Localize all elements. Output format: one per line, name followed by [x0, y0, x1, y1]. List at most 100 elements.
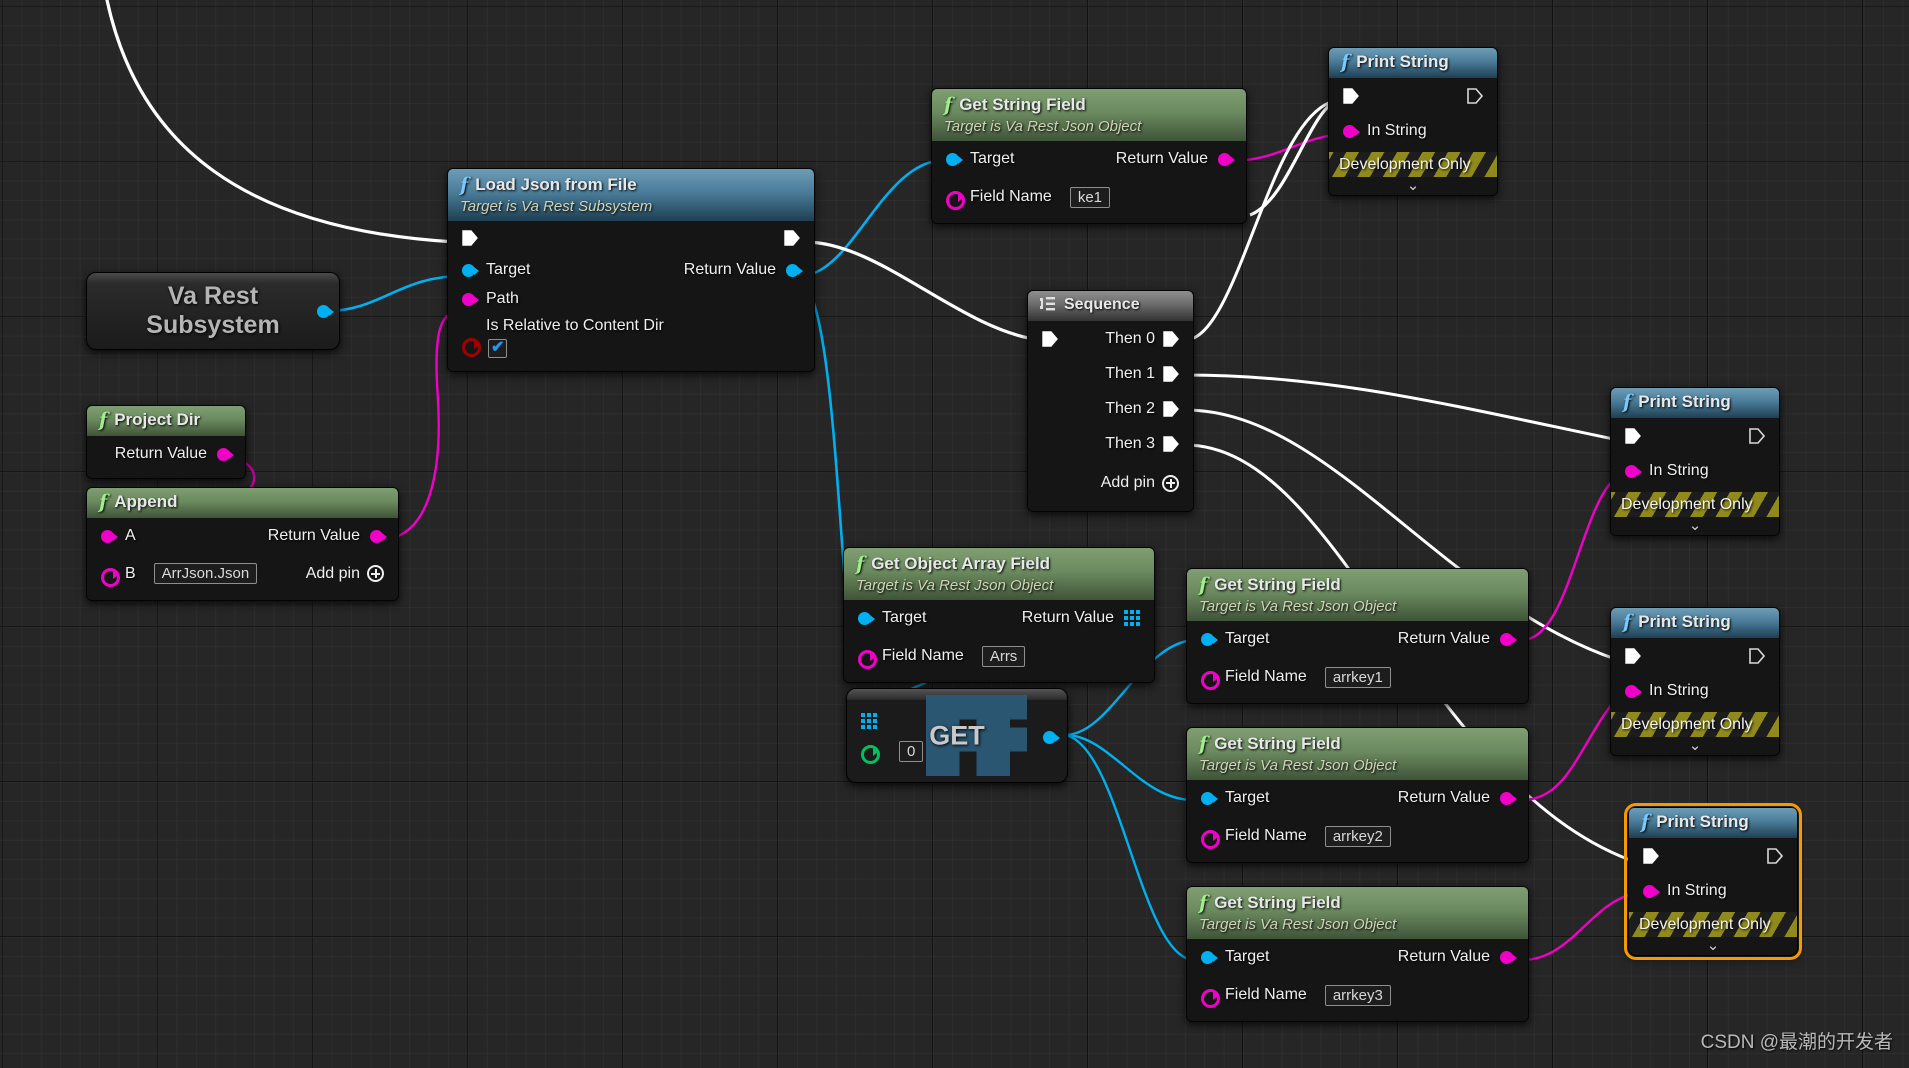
pin-return-value-out[interactable]	[1218, 152, 1235, 167]
pin-return-value-array-out[interactable]	[1124, 610, 1140, 627]
append-title: f Append	[99, 491, 178, 513]
print-string-2-title: f Print String	[1623, 391, 1731, 413]
pin-field-name-in[interactable]	[1201, 988, 1220, 1009]
pin-b-in[interactable]	[101, 567, 120, 587]
label-target: Target	[882, 609, 927, 627]
pin-return-value-out[interactable]	[217, 447, 234, 461]
label-return-value: Return Value	[1115, 150, 1208, 168]
print-string-3-title: f Print String	[1623, 611, 1731, 633]
function-f-icon: f	[1623, 391, 1632, 413]
node-print-string-2[interactable]: f Print String In String Development Only…	[1610, 387, 1780, 536]
get-string-field-top-subtitle: Target is Va Rest Json Object	[944, 117, 1142, 135]
pin-field-name-in[interactable]	[1201, 829, 1220, 850]
node-load-json-from-file[interactable]: f Load Json from File Target is Va Rest S…	[447, 168, 815, 373]
exec-out-then-1[interactable]	[1163, 365, 1179, 383]
pin-is-relative-in[interactable]	[462, 337, 481, 358]
plus-circle-icon	[367, 565, 384, 583]
label-b: B	[125, 564, 136, 582]
node-print-string-1[interactable]: f Print String In String Development Only…	[1328, 47, 1498, 196]
goaf-target-row: Target Return Value	[844, 600, 1154, 636]
pin-target-in[interactable]	[1201, 950, 1218, 965]
field-name-input[interactable]: arrkey2	[1324, 825, 1391, 847]
pin-target-in[interactable]	[1201, 632, 1218, 647]
exec-out-pin[interactable]	[784, 229, 800, 247]
get-string-field-1-subtitle: Target is Va Rest Json Object	[1199, 597, 1397, 615]
field-name-input[interactable]: arrkey1	[1324, 666, 1391, 688]
field-name-input[interactable]: ke1	[1069, 186, 1110, 208]
exec-in-pin[interactable]	[1625, 647, 1641, 665]
field-name-input[interactable]: Arrs	[981, 645, 1026, 667]
chevron-down-icon[interactable]: ⌄	[1611, 737, 1779, 755]
pin-item-out[interactable]	[1043, 730, 1060, 744]
exec-in-pin[interactable]	[1343, 87, 1359, 105]
pin-return-value-out[interactable]	[786, 263, 803, 277]
load-json-relative-row: Is Relative to Content Dir	[448, 313, 814, 365]
exec-out-then-2[interactable]	[1163, 400, 1179, 418]
exec-in-pin[interactable]	[1625, 427, 1641, 445]
node-array-get[interactable]: GET 0	[846, 688, 1068, 783]
exec-in-pin[interactable]	[1042, 330, 1058, 348]
pin-target-in[interactable]	[462, 263, 479, 277]
get-string-field-3-header: f Get String Field Target is Va Rest Json…	[1187, 887, 1528, 940]
node-get-string-field-1[interactable]: f Get String Field Target is Va Rest Json…	[1186, 568, 1529, 705]
pin-index-in[interactable]	[861, 744, 880, 764]
sequence-add-pin-button[interactable]: Add pin	[1101, 474, 1179, 492]
exec-out-pin[interactable]	[1749, 647, 1765, 665]
get-string-field-1-header: f Get String Field Target is Va Rest Json…	[1187, 569, 1528, 622]
node-get-object-array-field[interactable]: f Get Object Array Field Target is Va Res…	[843, 547, 1155, 684]
pin-in-string[interactable]	[1643, 884, 1660, 898]
pin-target-in[interactable]	[946, 152, 963, 167]
pin-in-string[interactable]	[1625, 464, 1642, 478]
function-f-icon: f	[1199, 892, 1208, 914]
chevron-down-icon[interactable]: ⌄	[1611, 517, 1779, 535]
chevron-down-icon[interactable]: ⌄	[1629, 937, 1797, 955]
exec-out-pin[interactable]	[1467, 87, 1483, 105]
pin-subsystem-out[interactable]	[317, 304, 334, 318]
exec-out-then-0[interactable]	[1163, 330, 1179, 348]
pin-return-value-out[interactable]	[1500, 632, 1517, 647]
field-name-input[interactable]: arrkey3	[1324, 984, 1391, 1006]
node-append[interactable]: f Append A Return Value B ArrJson.Json A…	[86, 487, 399, 601]
exec-out-then-3[interactable]	[1163, 435, 1179, 453]
pin-path-in[interactable]	[462, 292, 479, 306]
append-add-pin-button[interactable]: Add pin	[306, 565, 384, 583]
node-project-dir[interactable]: f Project Dir Return Value	[86, 405, 246, 479]
array-index-input[interactable]: 0	[899, 741, 924, 762]
pin-field-name-in[interactable]	[858, 649, 877, 670]
sequence-then3-row: Then 3	[1028, 426, 1193, 461]
pin-return-value-out[interactable]	[1500, 950, 1517, 965]
print-string-3-instring-row: In String	[1611, 674, 1779, 708]
pin-a-in[interactable]	[101, 529, 118, 543]
node-va-rest-subsystem[interactable]: Va Rest Subsystem	[86, 272, 340, 350]
project-dir-return-row: Return Value	[87, 436, 245, 472]
pin-array-in[interactable]	[861, 713, 877, 729]
exec-in-pin[interactable]	[462, 229, 478, 247]
node-print-string-4[interactable]: f Print String In String Development Only…	[1624, 803, 1802, 960]
chevron-down-icon[interactable]: ⌄	[1329, 177, 1497, 195]
pin-target-in[interactable]	[858, 611, 875, 626]
load-json-path-row: Path	[448, 284, 814, 313]
pin-field-name-in[interactable]	[946, 190, 965, 211]
exec-out-pin[interactable]	[1767, 847, 1783, 865]
node-print-string-3[interactable]: f Print String In String Development Only…	[1610, 607, 1780, 756]
sequence-then1-row: Then 1	[1028, 356, 1193, 391]
pin-in-string[interactable]	[1625, 684, 1642, 698]
function-f-icon: f	[99, 409, 108, 431]
node-get-string-field-top[interactable]: f Get String Field Target is Va Rest Json…	[931, 88, 1247, 225]
pin-target-in[interactable]	[1201, 791, 1218, 806]
print-string-4-header: f Print String	[1629, 808, 1797, 838]
append-b-input[interactable]: ArrJson.Json	[153, 563, 258, 585]
is-relative-to-content-dir-checkbox[interactable]	[488, 337, 507, 359]
node-get-string-field-2[interactable]: f Get String Field Target is Va Rest Json…	[1186, 727, 1529, 864]
exec-out-pin[interactable]	[1749, 427, 1765, 445]
blueprint-graph-canvas[interactable]: Va Rest Subsystem f Load Json from File T…	[0, 0, 1909, 1068]
pin-return-value-out[interactable]	[1500, 791, 1517, 806]
pin-in-string[interactable]	[1343, 124, 1360, 138]
pin-return-value-out[interactable]	[370, 529, 387, 543]
node-sequence[interactable]: Sequence Then 0 Then 1 Then 2 Then 3 Add…	[1027, 290, 1194, 513]
node-get-string-field-3[interactable]: f Get String Field Target is Va Rest Json…	[1186, 886, 1529, 1023]
label-return-value: Return Value	[1397, 948, 1490, 966]
exec-in-pin[interactable]	[1643, 847, 1659, 865]
load-json-exec-row	[448, 221, 814, 255]
pin-field-name-in[interactable]	[1201, 670, 1220, 691]
